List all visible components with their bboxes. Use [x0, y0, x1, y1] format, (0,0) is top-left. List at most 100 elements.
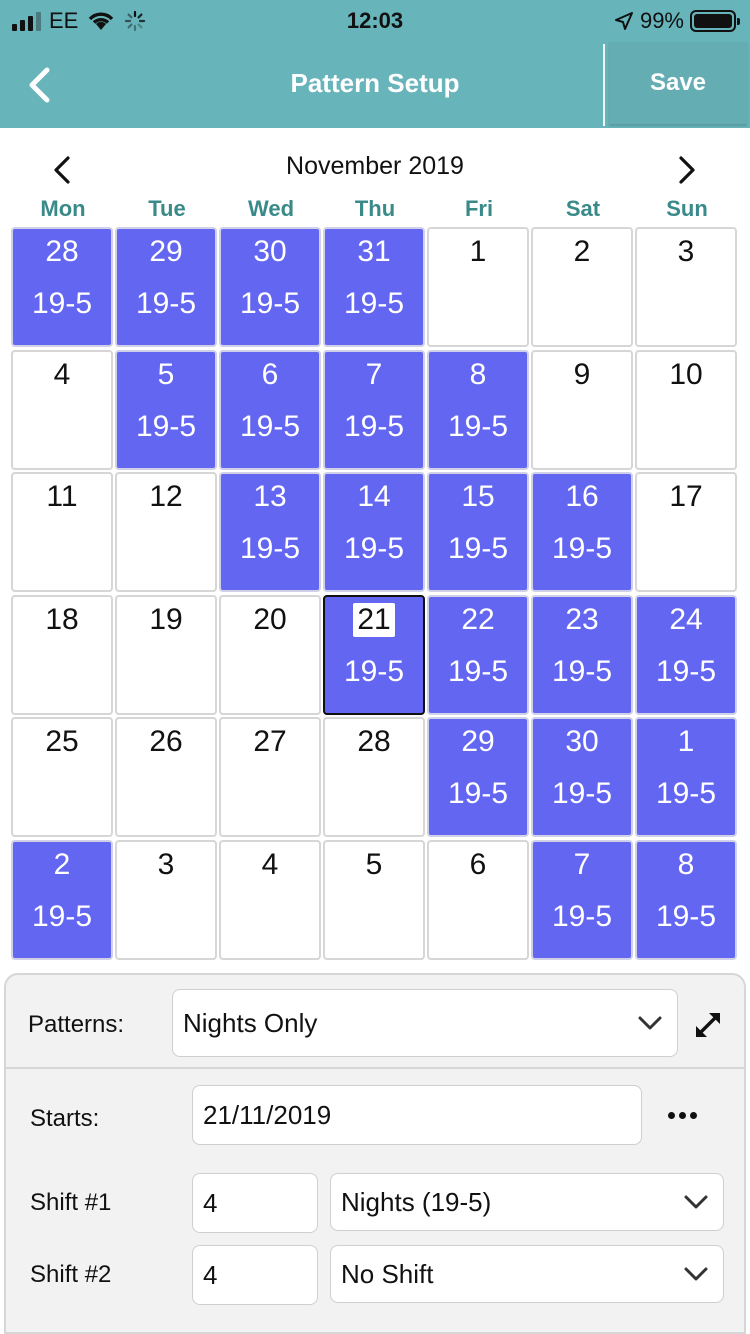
- day-number: 17: [669, 480, 703, 514]
- starts-label: Starts:: [30, 1105, 100, 1132]
- day-number: 22: [461, 602, 495, 636]
- day-number: 4: [53, 357, 71, 391]
- calendar-day[interactable]: 27: [219, 717, 321, 838]
- day-number: 16: [565, 480, 599, 514]
- calendar-day[interactable]: 19: [115, 594, 217, 715]
- weekday-label: Wed: [247, 196, 295, 221]
- shift-label: 19-5: [655, 899, 717, 933]
- day-number: 14: [357, 480, 391, 514]
- calendar-day[interactable]: 15 19-5: [427, 472, 529, 593]
- location-icon: [614, 11, 634, 31]
- calendar-day[interactable]: 10: [635, 349, 737, 470]
- calendar-day[interactable]: 5 19-5: [115, 349, 217, 470]
- shift2-count: 4: [203, 1259, 218, 1290]
- calendar-day[interactable]: 1: [427, 227, 529, 347]
- calendar-day[interactable]: 31 19-5: [323, 227, 425, 347]
- wifi-icon: [86, 10, 116, 32]
- carrier-label: EE: [49, 8, 79, 33]
- calendar-day[interactable]: 30 19-5: [531, 717, 633, 838]
- prev-month-button[interactable]: [40, 148, 84, 192]
- calendar-day[interactable]: 4: [11, 349, 113, 470]
- shift-label: 19-5: [655, 654, 717, 688]
- weekday-label: Mon: [40, 196, 86, 221]
- day-number: 1: [677, 725, 695, 759]
- calendar-day[interactable]: 2: [531, 227, 633, 347]
- calendar-day[interactable]: 28: [323, 717, 425, 838]
- calendar-day[interactable]: 9: [531, 349, 633, 470]
- calendar-day[interactable]: 28 19-5: [11, 227, 113, 347]
- day-number: 5: [365, 847, 383, 881]
- shift-label: 19-5: [343, 654, 405, 688]
- calendar-day[interactable]: 5: [323, 839, 425, 960]
- weekday-header: Mon Tue Wed Thu Fri Sat Sun: [11, 196, 739, 226]
- calendar-day[interactable]: 1 19-5: [635, 717, 737, 838]
- more-button[interactable]: [660, 1097, 704, 1133]
- calendar-day[interactable]: 8 19-5: [427, 349, 529, 470]
- day-number: 28: [45, 235, 79, 268]
- calendar-day[interactable]: 26: [115, 717, 217, 838]
- calendar-day[interactable]: 24 19-5: [635, 594, 737, 715]
- calendar-day[interactable]: 20: [219, 594, 321, 715]
- calendar-day[interactable]: 3: [115, 839, 217, 960]
- calendar-grid: 28 19-5 29 19-5 30 19-5 31 19-5 1 2 3 4 5 19-5 6 19-5 7 1…: [11, 227, 739, 960]
- calendar-day[interactable]: 18: [11, 594, 113, 715]
- shift2-count-input[interactable]: 4: [192, 1245, 318, 1305]
- calendar-day[interactable]: 11: [11, 472, 113, 593]
- calendar-day[interactable]: 17: [635, 472, 737, 593]
- calendar-day[interactable]: 3: [635, 227, 737, 347]
- next-month-button[interactable]: [665, 148, 709, 192]
- expand-button[interactable]: [686, 1003, 730, 1047]
- shift2-select[interactable]: No Shift: [330, 1245, 724, 1303]
- calendar-day-today[interactable]: 21 19-5: [323, 594, 425, 715]
- shift-label: 19-5: [447, 409, 509, 443]
- calendar-day[interactable]: 23 19-5: [531, 594, 633, 715]
- calendar-day[interactable]: 25: [11, 717, 113, 838]
- shift-label: 19-5: [655, 777, 717, 811]
- calendar-day[interactable]: 14 19-5: [323, 472, 425, 593]
- calendar-day[interactable]: 30 19-5: [219, 227, 321, 347]
- calendar-day[interactable]: 8 19-5: [635, 839, 737, 960]
- calendar-day[interactable]: 4: [219, 839, 321, 960]
- chevron-right-icon: [679, 156, 695, 184]
- chevron-down-icon: [683, 1194, 709, 1210]
- nav-divider: [603, 44, 605, 126]
- patterns-value: Nights Only: [183, 1007, 318, 1038]
- shift2-value: No Shift: [341, 1258, 434, 1289]
- day-number: 5: [157, 357, 175, 391]
- shift1-select[interactable]: Nights (19-5): [330, 1173, 724, 1231]
- day-number: 13: [253, 480, 287, 514]
- patterns-label: Patterns:: [28, 1011, 125, 1038]
- shift-label: 19-5: [551, 899, 613, 933]
- patterns-select[interactable]: Nights Only: [172, 989, 678, 1057]
- calendar-day[interactable]: 7 19-5: [531, 839, 633, 960]
- status-right: 99%: [614, 8, 740, 34]
- day-number: 18: [45, 602, 79, 636]
- starts-date-input[interactable]: 21/11/2019: [192, 1085, 642, 1145]
- day-number: 30: [253, 235, 287, 268]
- day-number: 3: [157, 847, 175, 881]
- calendar-day[interactable]: 29 19-5: [115, 227, 217, 347]
- day-number: 10: [669, 357, 703, 391]
- calendar-day[interactable]: 6 19-5: [219, 349, 321, 470]
- calendar-day[interactable]: 2 19-5: [11, 839, 113, 960]
- weekday-label: Thu: [354, 196, 396, 221]
- save-button[interactable]: Save: [609, 42, 747, 124]
- calendar-day[interactable]: 13 19-5: [219, 472, 321, 593]
- calendar-day[interactable]: 6: [427, 839, 529, 960]
- day-number: 8: [677, 847, 695, 881]
- expand-icon: [696, 1013, 720, 1037]
- back-button[interactable]: [14, 60, 64, 110]
- day-number: 29: [149, 235, 183, 268]
- calendar-day[interactable]: 29 19-5: [427, 717, 529, 838]
- weekday-label: Sat: [565, 196, 601, 221]
- back-chevron-icon: [29, 67, 50, 103]
- calendar-day[interactable]: 16 19-5: [531, 472, 633, 593]
- day-number: 3: [677, 235, 695, 268]
- day-number: 7: [365, 357, 383, 391]
- chevron-down-icon: [637, 1015, 663, 1031]
- shift1-count-input[interactable]: 4: [192, 1173, 318, 1233]
- calendar-day[interactable]: 7 19-5: [323, 349, 425, 470]
- calendar-day[interactable]: 12: [115, 472, 217, 593]
- calendar-day[interactable]: 22 19-5: [427, 594, 529, 715]
- shift-label: 19-5: [447, 654, 509, 688]
